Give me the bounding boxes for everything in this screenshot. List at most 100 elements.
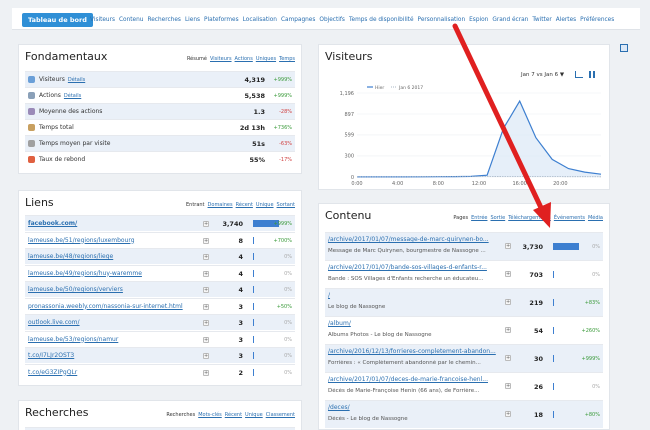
nav-item-2[interactable]: Recherches [147,17,180,23]
recherches-link-4[interactable]: Classement [266,412,295,418]
liens-link-3[interactable]: Unique [256,202,274,208]
nav-item-10[interactable]: Espion [469,17,488,23]
nav-item-9[interactable]: Personnalisation [418,17,466,23]
referrer-link[interactable]: outlook.live.com/ [28,319,198,326]
fond-link-4[interactable]: Temps [279,56,295,62]
page-value: 54 [533,327,543,335]
referrer-value: 3 [238,335,243,344]
liens-link-0[interactable]: Entrant [186,202,205,208]
contenu-link-1[interactable]: Entrée [471,215,487,221]
fundamental-row: Taux de rebond 55% -17% [25,151,295,167]
nav-item-8[interactable]: Temps de disponibilité [349,17,414,23]
referrer-link[interactable]: lameuse.be/53/regions/namur [28,336,198,343]
metric-details-link[interactable]: Détails [64,93,81,99]
expand-icon[interactable]: + [505,411,511,417]
nav-item-11[interactable]: Grand écran [492,17,528,23]
nav-item-6[interactable]: Campagnes [281,17,315,23]
page-url-link[interactable]: /archive/2016/12/13/forrieres-completeme… [328,348,498,355]
expand-icon[interactable]: + [203,270,209,277]
expand-icon[interactable]: + [203,254,209,260]
expand-icon[interactable]: + [203,221,209,227]
fond-link-2[interactable]: Actions [235,56,253,62]
expand-icon[interactable]: + [505,355,511,361]
referrer-change: +50% [276,303,292,310]
expand-icon[interactable]: + [203,369,209,376]
recherches-link-3[interactable]: Unique [245,412,263,418]
page-url-link[interactable]: / [328,292,498,299]
metric-name: Moyenne des actions [39,108,103,115]
liens-link-1[interactable]: Domaines [208,202,233,208]
nav-item-3[interactable]: Liens [185,17,200,23]
page-value: 30 [533,355,543,363]
referrer-row: lameuse.be/48/regions/liege +4 0% [25,248,295,264]
content-panel: Contenu Pages Entrée Sortie Téléchargements… [318,203,610,430]
recherches-link-1[interactable]: Mots-clés [198,412,222,418]
referrer-change: 0% [284,353,292,359]
expand-icon[interactable]: + [505,327,511,333]
nav-item-13[interactable]: Alertes [556,17,576,23]
fundamentals-links: Résumé Visiteurs Actions Uniques Temps [184,56,295,62]
nav-item-5[interactable]: Localisation [243,17,277,23]
nav-item-12[interactable]: Twitter [532,17,551,23]
metric-label: Temps moyen par visite [39,140,110,147]
expand-icon[interactable]: + [505,299,511,305]
expand-icon[interactable]: + [203,320,209,326]
page-url-link[interactable]: /deces/ [328,404,498,411]
fond-link-1[interactable]: Visiteurs [210,56,232,62]
expand-icon[interactable]: + [203,336,209,343]
referrer-link[interactable]: pronassonia.weebly.com/nassonia-sur-inte… [28,303,198,310]
referrer-link[interactable]: lameuse.be/48/regions/liege [28,253,198,260]
referrer-change: 0% [284,369,292,376]
page-change: +80% [584,412,600,418]
referrer-value: 3 [238,302,243,311]
page-title-text: Décès de Marie-Françoise Henin (66 ans),… [328,388,480,394]
contenu-link-5[interactable]: Média [588,215,603,221]
layout-toggle-icon[interactable] [620,44,628,52]
nav-item-1[interactable]: Contenu [119,17,143,23]
referrer-value: 4 [238,253,243,261]
visitors-chart: Hier Jan 6 2017 0 300 599 897 1,196 0:00 4:00 8:0… [340,85,602,187]
liens-link-2[interactable]: Récent [236,202,253,208]
referrer-link[interactable]: lameuse.be/51/regions/luxembourg [28,237,198,244]
fond-link-3[interactable]: Uniques [256,56,276,62]
metric-label: Moyenne des actions [39,108,102,115]
dashboard-tab[interactable]: Tableau de bord [22,13,93,27]
contenu-link-2[interactable]: Sortie [490,215,505,221]
expand-icon[interactable]: + [203,237,209,244]
nav-item-4[interactable]: Plateformes [204,17,239,23]
page-url-link[interactable]: /archive/2017/01/07/deces-de-marie-franc… [328,376,498,383]
recherches-link-2[interactable]: Récent [225,412,242,418]
referrer-link[interactable]: facebook.com/ [28,220,198,227]
recherches-link-0[interactable]: Recherches [166,412,195,418]
referrer-link[interactable]: lameuse.be/50/regions/verviers [28,286,198,293]
expand-icon[interactable]: + [203,287,209,293]
metric-value: 1.3 [253,108,265,116]
visitors-panel: Visiteurs Jan 7 vs Jan 6 ▼ Hier Jan 6 201… [318,44,610,190]
page-url-link[interactable]: /album/ [328,320,498,327]
expand-icon[interactable]: + [203,303,209,310]
y-tick-label: 897 [344,112,354,118]
referrer-link[interactable]: lameuse.be/49/regions/huy-waremme [28,270,198,277]
expand-icon[interactable]: + [505,383,511,389]
nav-item-0[interactable]: Visiteurs [90,17,115,23]
expand-icon[interactable]: + [203,353,209,359]
expand-icon[interactable]: + [505,243,511,249]
fond-link-0[interactable]: Résumé [187,56,207,62]
metric-details-link[interactable]: Détails [68,77,85,83]
referrer-bar [253,319,254,326]
nav-item-7[interactable]: Objectifs [319,17,345,23]
expand-icon[interactable]: + [505,271,511,277]
nav-item-14[interactable]: Préférences [580,17,614,23]
links-panel: Liens Entrant Domaines Récent Unique Sortant… [18,190,302,386]
contenu-link-0[interactable]: Pages [453,215,468,221]
liens-link-4[interactable]: Sortant [277,202,295,208]
referrer-link[interactable]: t.co/I7LJr2OST3 [28,352,198,359]
metric-change: -63% [279,141,292,147]
metric-icon [28,76,35,83]
page-url-link[interactable]: /archive/2017/01/07/bande-sos-villages-d… [328,264,498,271]
content-row: /archive/2017/01/07/message-de-marc-quir… [325,232,603,260]
page-url-link[interactable]: /archive/2017/01/07/message-de-marc-quir… [328,236,498,243]
contenu-link-3[interactable]: Téléchargements [508,215,551,221]
referrer-link[interactable]: t.co/eG3ZIPgQLr [28,369,198,376]
contenu-link-4[interactable]: Événements [554,215,585,221]
